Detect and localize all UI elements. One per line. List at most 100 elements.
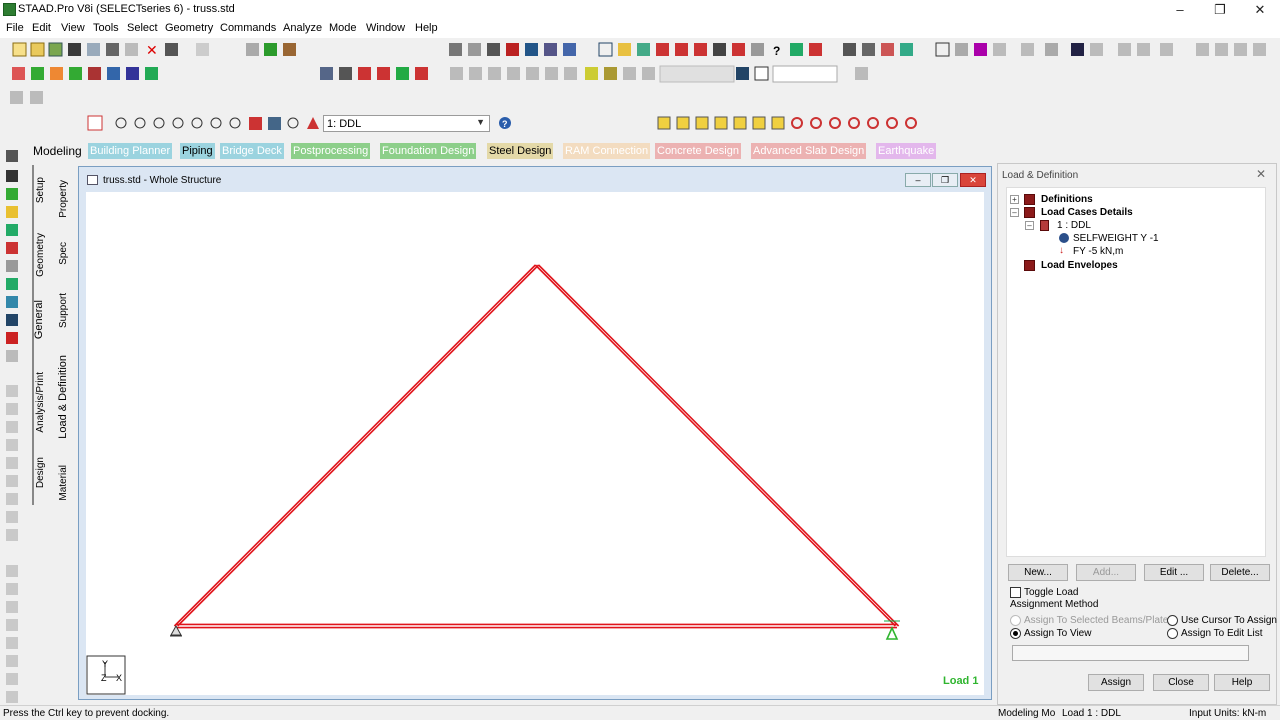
assign-view-label: Assign To View xyxy=(1024,628,1092,639)
menu-commands[interactable]: Commands xyxy=(220,22,276,34)
tab-steel-design[interactable]: Steel Design xyxy=(487,143,554,159)
svg-text:✕: ✕ xyxy=(146,43,158,59)
tab-modeling[interactable]: Modeling xyxy=(31,143,84,159)
menu-mode[interactable]: Mode xyxy=(329,22,357,34)
toggle-load-checkbox[interactable] xyxy=(1010,587,1021,598)
assign-edit-list-label: Assign To Edit List xyxy=(1181,628,1263,639)
truss-members xyxy=(173,264,900,629)
new-button[interactable]: New... xyxy=(1008,564,1068,581)
close-button[interactable]: Close xyxy=(1153,674,1209,691)
tab-setup[interactable]: Setup xyxy=(35,177,46,203)
menu-file[interactable]: File xyxy=(6,22,24,34)
assign-view-radio[interactable] xyxy=(1010,628,1021,639)
axis-y-label: Y xyxy=(102,659,108,669)
edit-list-field[interactable] xyxy=(1012,645,1249,661)
menu-geometry[interactable]: Geometry xyxy=(165,22,213,34)
tab-spec[interactable]: Spec xyxy=(58,242,69,265)
tab-foundation-design[interactable]: Foundation Design xyxy=(380,143,477,159)
tab-postprocessing[interactable]: Postprocessing xyxy=(291,143,371,159)
view-caption: truss.std - Whole Structure – ❐ ✕ xyxy=(79,167,991,192)
collapse-icon[interactable]: – xyxy=(1010,208,1019,217)
load-tree: + Definitions – Load Cases Details – 1 :… xyxy=(1006,187,1266,557)
restore-icon[interactable]: ❐ xyxy=(1200,0,1240,20)
load-definition-panel: Load & Definition ✕ + Definitions – Load… xyxy=(997,163,1277,705)
menu-help[interactable]: Help xyxy=(415,22,438,34)
view-close-button[interactable]: ✕ xyxy=(960,173,986,187)
structure-canvas[interactable]: Y Z X Load 1 xyxy=(86,192,984,695)
menu-edit[interactable]: Edit xyxy=(32,22,51,34)
assign-edit-list-radio[interactable] xyxy=(1167,628,1178,639)
menu-tools[interactable]: Tools xyxy=(93,22,119,34)
menu-window[interactable]: Window xyxy=(366,22,405,34)
expand-icon[interactable]: + xyxy=(1010,195,1019,204)
tab-load-definition[interactable]: Load & Definition xyxy=(57,355,69,439)
toggle-load-label: Toggle Load xyxy=(1024,587,1079,598)
view-minimize-button[interactable]: – xyxy=(905,173,931,187)
nodal-load-icon: ↓ xyxy=(1059,245,1064,256)
use-cursor-label: Use Cursor To Assign xyxy=(1181,615,1277,626)
tab-design[interactable]: Design xyxy=(35,457,46,488)
assign-selected-radio[interactable] xyxy=(1010,615,1021,626)
tree-case-1[interactable]: 1 : DDL xyxy=(1057,220,1091,231)
tab-support[interactable]: Support xyxy=(58,293,69,328)
view-restore-button[interactable]: ❐ xyxy=(932,173,958,187)
tree-load-cases[interactable]: Load Cases Details xyxy=(1041,207,1133,218)
menu-bar: File Edit View Tools Select Geometry Com… xyxy=(0,20,1280,38)
collapse-icon[interactable]: – xyxy=(1025,221,1034,230)
tree-selfweight[interactable]: SELFWEIGHT Y -1 xyxy=(1073,233,1159,244)
tab-advanced-slab-design[interactable]: Advanced Slab Design xyxy=(751,143,867,159)
load-case-select[interactable]: 1: DDL ▼ xyxy=(323,115,490,132)
tab-building-planner[interactable]: Building Planner xyxy=(88,143,173,159)
add-button[interactable]: Add... xyxy=(1076,564,1136,581)
page-tabs: Modeling Building Planner Piping Bridge … xyxy=(30,143,950,161)
member-right-rafter-b[interactable] xyxy=(538,264,900,627)
edit-button[interactable]: Edit ... xyxy=(1144,564,1204,581)
member-left-rafter-a[interactable] xyxy=(173,264,536,627)
tab-analysis-print[interactable]: Analysis/Print xyxy=(35,372,46,433)
menu-view[interactable]: View xyxy=(61,22,85,34)
axis-x-label: X xyxy=(116,673,122,683)
menu-select[interactable]: Select xyxy=(127,22,158,34)
tab-property[interactable]: Property xyxy=(58,180,69,218)
tree-fy[interactable]: FY -5 kN,m xyxy=(1073,246,1123,257)
close-icon[interactable]: ✕ xyxy=(1240,0,1280,20)
tab-bridge-deck[interactable]: Bridge Deck xyxy=(220,143,284,159)
tab-ram-connection[interactable]: RAM Connection xyxy=(563,143,651,159)
title-bar: STAAD.Pro V8i (SELECTseries 6) - truss.s… xyxy=(0,0,1280,20)
left-toolbar-icons xyxy=(6,150,18,703)
panel-title: Load & Definition xyxy=(1002,170,1079,181)
toolbar-icons-row-2 xyxy=(12,65,868,83)
view-window-icon xyxy=(87,175,98,185)
panel-close-icon[interactable]: ✕ xyxy=(1256,167,1266,181)
truss-drawing: Y Z X xyxy=(86,264,900,695)
app-icon xyxy=(3,3,16,16)
tree-envelopes[interactable]: Load Envelopes xyxy=(1041,260,1118,271)
window-title: STAAD.Pro V8i (SELECTseries 6) - truss.s… xyxy=(18,3,235,15)
delete-button[interactable]: Delete... xyxy=(1210,564,1270,581)
axis-z-label: Z xyxy=(101,673,107,683)
tab-piping[interactable]: Piping xyxy=(180,143,215,159)
load-case-icon xyxy=(1040,220,1049,231)
tree-definitions[interactable]: Definitions xyxy=(1041,194,1093,205)
tab-concrete-design[interactable]: Concrete Design xyxy=(655,143,741,159)
status-units: Input Units: kN-m xyxy=(1189,708,1267,719)
structure-view-window: truss.std - Whole Structure – ❐ ✕ Y Z X … xyxy=(78,166,992,700)
member-right-rafter-a[interactable] xyxy=(534,264,896,627)
member-left-rafter-b[interactable] xyxy=(177,264,540,627)
toolbar-icons-row-3 xyxy=(10,91,43,104)
menu-analyze[interactable]: Analyze xyxy=(283,22,322,34)
tab-general[interactable]: General xyxy=(33,300,45,339)
chevron-down-icon: ▼ xyxy=(476,117,485,127)
svg-text:?: ? xyxy=(773,44,780,58)
minimize-icon[interactable]: – xyxy=(1160,0,1200,20)
use-cursor-radio[interactable] xyxy=(1167,615,1178,626)
tab-material[interactable]: Material xyxy=(58,465,69,501)
tab-earthquake[interactable]: Earthquake xyxy=(876,143,937,159)
svg-text:?: ? xyxy=(502,119,508,129)
help-button[interactable]: Help xyxy=(1214,674,1270,691)
definitions-icon xyxy=(1024,194,1035,205)
toolbar-row-4: ? xyxy=(0,112,1280,136)
assign-button[interactable]: Assign xyxy=(1088,674,1144,691)
left-toolbar xyxy=(0,140,30,705)
tab-geometry[interactable]: Geometry xyxy=(35,233,46,277)
